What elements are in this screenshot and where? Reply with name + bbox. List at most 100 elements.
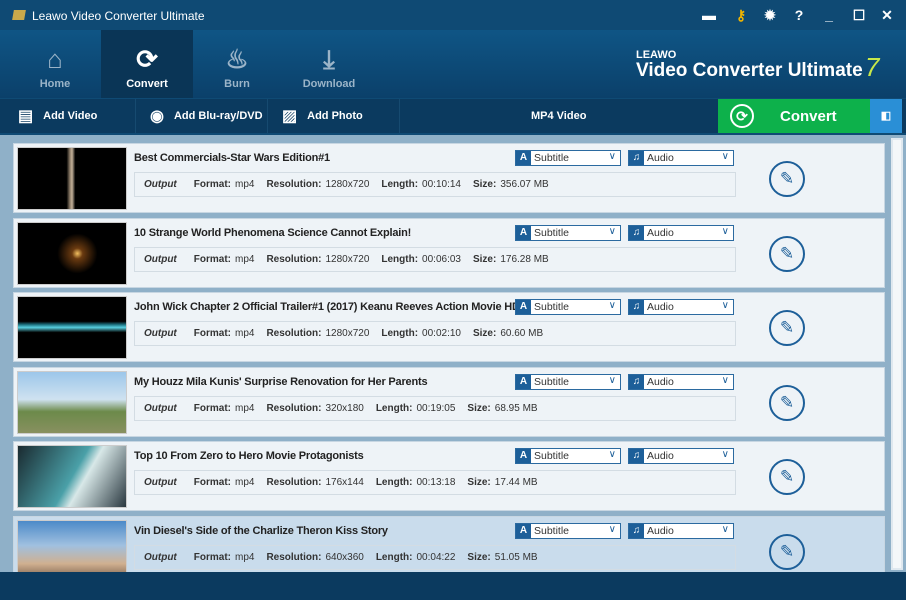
output-format-selector[interactable]: MP4 Video (531, 110, 586, 122)
video-thumbnail[interactable] (17, 147, 127, 210)
help-icon[interactable]: ? (790, 7, 808, 23)
video-thumbnail[interactable] (17, 445, 127, 508)
audio-dropdown[interactable]: ♫ Audio ∨ (628, 150, 734, 166)
chevron-down-icon: ∨ (608, 300, 616, 311)
length-value: 00:19:05 (416, 402, 456, 414)
label: Subtitle (534, 375, 570, 388)
video-row[interactable]: Top 10 From Zero to Hero Movie Protagoni… (13, 441, 885, 511)
label: Convert (780, 107, 837, 125)
size-label: Size: (472, 179, 497, 190)
subtitle-dropdown[interactable]: A Subtitle ∨ (515, 373, 621, 390)
subtitle-dropdown[interactable]: A Subtitle ∨ (515, 522, 621, 539)
label: Subtitle (534, 450, 570, 462)
nav-convert[interactable]: ⟳ Convert (101, 30, 193, 98)
label: Audio (647, 301, 674, 313)
nav-home[interactable]: ⌂ Home (9, 30, 101, 98)
label: Add Photo (307, 110, 363, 122)
subtitle-dropdown[interactable]: A Subtitle ∨ (515, 448, 621, 464)
nav-burn[interactable]: ♨ Burn (191, 30, 283, 98)
toolbar: ▤ Add Video ◉ Add Blu-ray/DVD ▨ Add Photo M… (0, 99, 906, 133)
size-label: Size: (467, 551, 491, 563)
resolution-label: Resolution: (266, 477, 322, 488)
audio-dropdown[interactable]: ♫ Audio ∨ (628, 224, 734, 241)
subtitle-icon: A (516, 523, 531, 538)
add-photo-button[interactable]: ▨ Add Photo (268, 99, 400, 133)
feedback-icon[interactable]: ▬ (700, 7, 718, 23)
key-icon[interactable]: ⚷ (732, 7, 750, 24)
output-label: Output (144, 253, 177, 265)
nav-label: Convert (126, 78, 168, 90)
edit-video-icon[interactable]: ✎ (769, 161, 805, 197)
video-row[interactable]: 10 Strange World Phenomena Science Canno… (13, 217, 885, 288)
label: Audio (647, 226, 674, 239)
length-value: 00:04:22 (416, 551, 456, 563)
edit-video-icon[interactable]: ✎ (769, 459, 805, 495)
maximize-button[interactable]: ☐ (850, 7, 868, 24)
subtitle-icon: A (516, 151, 531, 165)
resolution-value: 1280x720 (325, 253, 370, 265)
chevron-down-icon: ∨ (721, 374, 729, 386)
output-info: Output Format: mp4 Resolution: 640x360 Len… (134, 544, 736, 570)
label: Audio (647, 375, 674, 388)
app-window: Leawo Video Converter Ultimate ▬ ⚷ ✹ ? _… (0, 0, 906, 600)
format-label: Format: (193, 179, 231, 190)
audio-dropdown[interactable]: ♫ Audio ∨ (628, 522, 734, 539)
edit-video-icon[interactable]: ✎ (769, 235, 805, 272)
video-row[interactable]: John Wick Chapter 2 Official Trailer#1 (… (13, 292, 885, 362)
output-label: Output (144, 551, 177, 563)
format-value: mp4 (235, 551, 255, 563)
gear-icon[interactable]: ✹ (761, 7, 779, 24)
layout-toggle-button[interactable]: ◧ (870, 99, 902, 133)
audio-dropdown[interactable]: ♫ Audio ∨ (628, 373, 734, 390)
add-bluray-button[interactable]: ◉ Add Blu-ray/DVD (136, 99, 268, 133)
subtitle-icon: A (516, 225, 531, 240)
logo-version: 7 (865, 52, 880, 82)
music-note-icon: ♫ (629, 300, 644, 314)
video-thumbnail[interactable] (17, 221, 127, 285)
scrollbar[interactable] (891, 138, 903, 570)
audio-dropdown[interactable]: ♫ Audio ∨ (628, 448, 734, 464)
video-title: Top 10 From Zero to Hero Movie Protagoni… (134, 450, 364, 462)
video-row[interactable]: My Houzz Mila Kunis' Surprise Renovation… (13, 366, 885, 437)
minimize-button[interactable]: _ (820, 7, 838, 23)
film-add-icon: ▤ (18, 108, 34, 125)
format-value: mp4 (235, 253, 255, 265)
subtitle-dropdown[interactable]: A Subtitle ∨ (515, 299, 621, 315)
resolution-value: 320x180 (325, 402, 364, 414)
video-row[interactable]: Best Commercials-Star Wars Edition#1 A Su… (13, 143, 885, 213)
chevron-down-icon: ∨ (721, 449, 729, 460)
chevron-down-icon: ∨ (721, 225, 729, 237)
label: Add Blu-ray/DVD (173, 110, 263, 122)
video-thumbnail[interactable] (17, 296, 127, 359)
nav-download[interactable]: ⤓ Download (283, 30, 375, 98)
window-title: Leawo Video Converter Ultimate (32, 9, 205, 23)
output-info: Output Format: mp4 Resolution: 176x144 Len… (134, 470, 736, 495)
size-value: 176.28 MB (500, 253, 549, 265)
resolution-label: Resolution: (266, 551, 322, 563)
format-value: mp4 (235, 328, 255, 339)
video-row[interactable]: Vin Diesel's Side of the Charlize Theron… (13, 515, 885, 572)
convert-button[interactable]: ⟳ Convert (718, 99, 870, 133)
format-label: Format: (193, 328, 231, 339)
music-note-icon: ♫ (629, 225, 644, 240)
label: Audio (647, 152, 674, 164)
resolution-value: 1280x720 (325, 179, 370, 190)
edit-video-icon[interactable]: ✎ (769, 384, 805, 421)
audio-dropdown[interactable]: ♫ Audio ∨ (628, 299, 734, 315)
output-label: Output (144, 328, 177, 339)
size-value: 17.44 MB (494, 477, 538, 488)
video-thumbnail[interactable] (17, 519, 127, 572)
edit-video-icon[interactable]: ✎ (769, 310, 805, 346)
subtitle-dropdown[interactable]: A Subtitle ∨ (515, 150, 621, 166)
chevron-down-icon: ∨ (608, 151, 616, 162)
add-video-button[interactable]: ▤ Add Video (0, 99, 136, 133)
edit-video-icon[interactable]: ✎ (769, 533, 805, 570)
format-value: mp4 (235, 477, 255, 488)
scrollbar-thumb[interactable] (893, 140, 901, 568)
close-button[interactable]: ✕ (878, 7, 896, 24)
output-info: Output Format: mp4 Resolution: 320x180 Len… (134, 395, 736, 421)
chevron-down-icon: ∨ (721, 151, 729, 162)
subtitle-dropdown[interactable]: A Subtitle ∨ (515, 224, 621, 241)
video-thumbnail[interactable] (17, 370, 127, 434)
format-label: Format: (193, 402, 231, 414)
